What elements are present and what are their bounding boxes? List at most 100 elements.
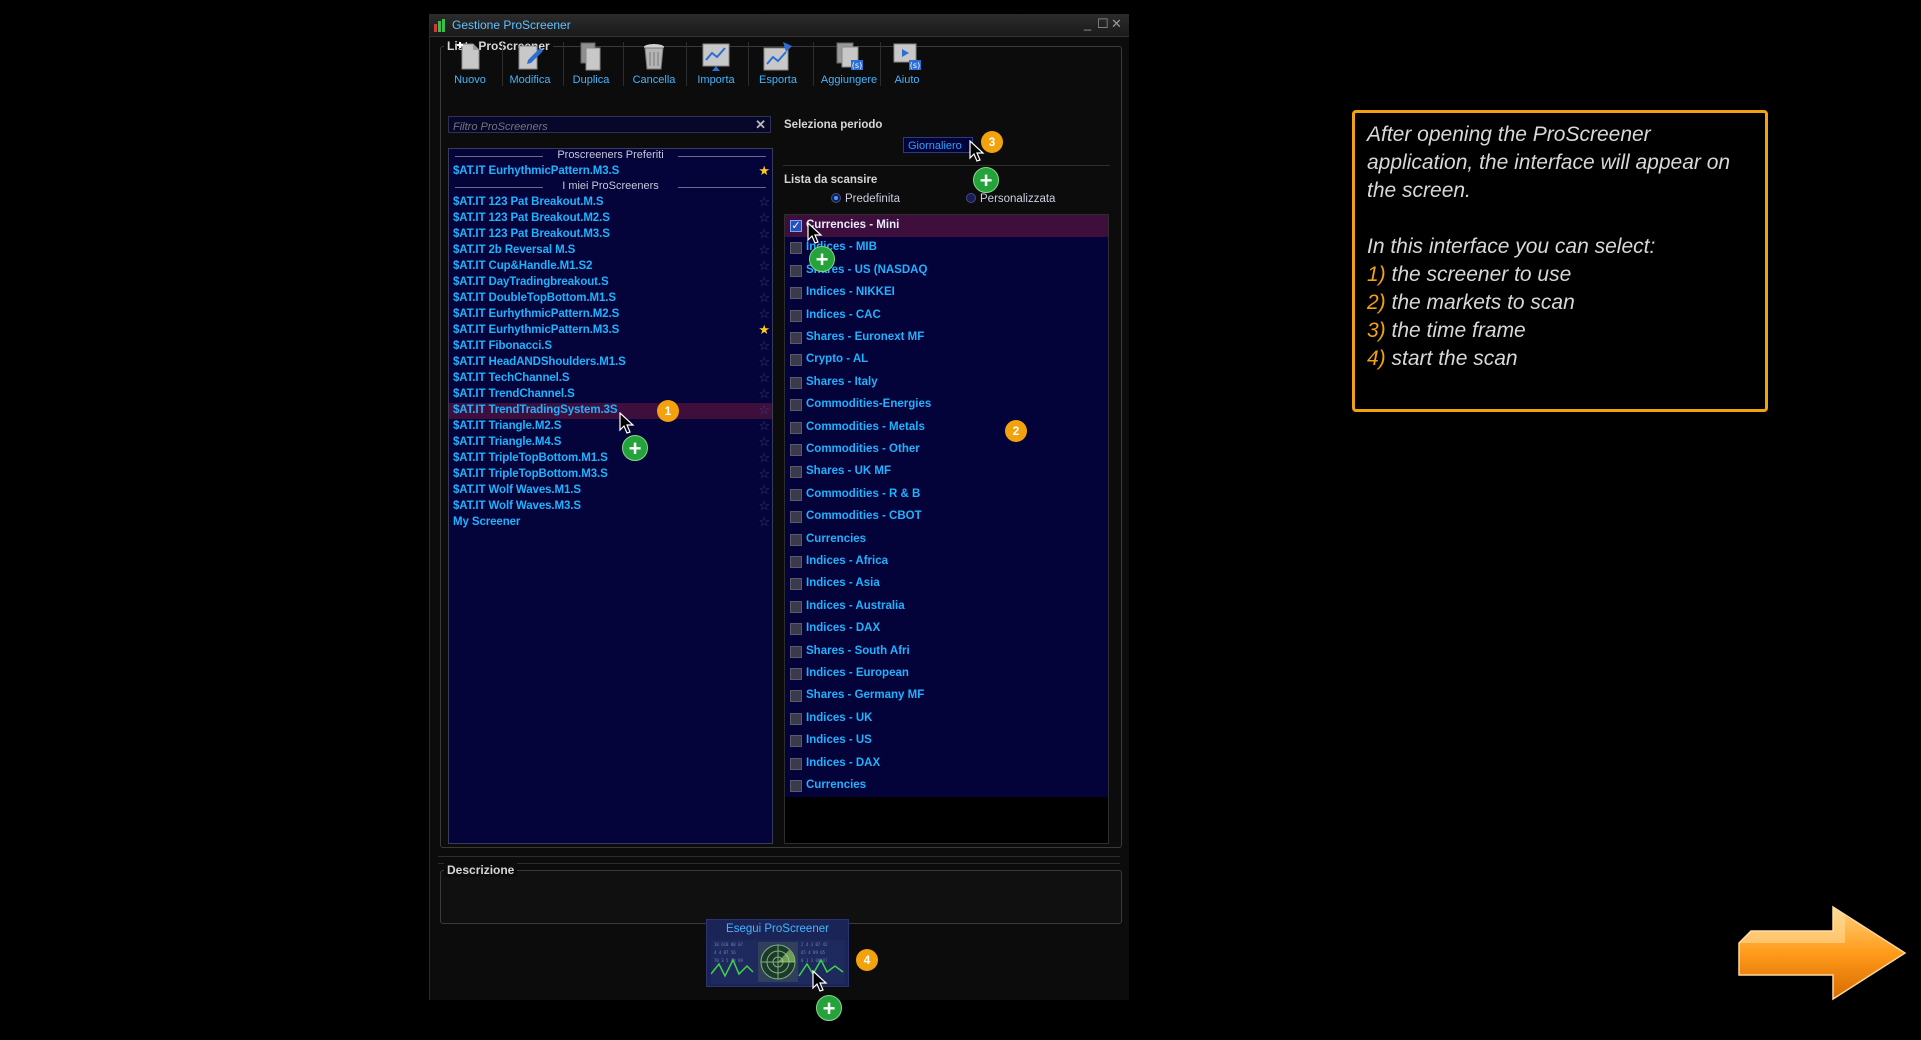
screener-item[interactable]: $AT.IT Fibonacci.S ☆ <box>449 338 772 355</box>
screener-item[interactable]: $AT.IT TrendTradingSystem.3S ☆ <box>449 402 772 419</box>
market-checkbox[interactable] <box>790 488 802 501</box>
screener-item[interactable]: $AT.IT Triangle.M4.S ☆ <box>449 434 772 451</box>
market-checkbox[interactable] <box>790 578 802 591</box>
screener-item[interactable]: $AT.IT EurhythmicPattern.M3.S ★ <box>449 322 772 339</box>
duplicate-button[interactable]: Duplica <box>561 40 621 90</box>
delete-button[interactable]: Cancella <box>624 40 684 90</box>
radio-custom[interactable]: Personalizzata <box>966 193 1055 205</box>
screener-item[interactable]: $AT.IT TripleTopBottom.M3.S ☆ <box>449 466 772 483</box>
maximize-icon[interactable]: ☐ <box>1097 16 1109 32</box>
screener-item[interactable]: $AT.IT DayTradingbreakout.S ☆ <box>449 274 772 291</box>
market-item[interactable]: Indices - Australia <box>785 596 1108 618</box>
favorite-star-icon[interactable]: ☆ <box>758 306 770 322</box>
favorite-star-icon[interactable]: ☆ <box>758 354 770 370</box>
market-item[interactable]: Currencies <box>785 529 1108 551</box>
market-item[interactable]: Indices - US <box>785 730 1108 752</box>
favorite-star-icon[interactable]: ☆ <box>758 274 770 290</box>
market-item[interactable]: Crypto - AL <box>785 349 1108 371</box>
screener-item[interactable]: $AT.IT TechChannel.S ☆ <box>449 370 772 387</box>
screener-item[interactable]: $AT.IT Wolf Waves.M1.S ☆ <box>449 482 772 499</box>
market-checkbox[interactable] <box>790 533 802 546</box>
favorite-star-icon[interactable]: ☆ <box>758 194 770 210</box>
next-arrow-icon[interactable] <box>1737 903 1907 1003</box>
screener-item[interactable]: $AT.IT EurhythmicPattern.M2.S ☆ <box>449 306 772 323</box>
screener-item[interactable]: $AT.IT EurhythmicPattern.M3.S ★ <box>449 163 772 180</box>
market-item[interactable]: Indices - DAX <box>785 753 1108 775</box>
market-item[interactable]: Indices - Asia <box>785 573 1108 595</box>
screener-item[interactable]: My Screener ☆ <box>449 514 772 531</box>
market-item[interactable]: Commodities - R & B <box>785 484 1108 506</box>
market-checkbox[interactable] <box>790 735 802 748</box>
favorite-star-icon[interactable]: ☆ <box>758 210 770 226</box>
market-item[interactable]: Shares - Germany MF <box>785 685 1108 707</box>
screener-list[interactable]: Proscreeners Preferiti $AT.IT EurhythmicP… <box>448 148 773 844</box>
market-checkbox[interactable] <box>790 354 802 367</box>
market-checkbox[interactable] <box>790 690 802 703</box>
screener-item[interactable]: $AT.IT 123 Pat Breakout.M3.S ☆ <box>449 226 772 243</box>
market-checkbox[interactable]: ✓ <box>790 220 802 232</box>
favorite-star-icon[interactable]: ☆ <box>758 370 770 386</box>
filter-input[interactable] <box>449 120 747 134</box>
market-item[interactable]: Shares - Italy <box>785 372 1108 394</box>
screener-item[interactable]: $AT.IT HeadANDShoulders.M1.S ☆ <box>449 354 772 371</box>
favorite-star-icon[interactable]: ★ <box>758 163 770 179</box>
market-checkbox[interactable] <box>790 376 802 389</box>
market-checkbox[interactable] <box>790 421 802 434</box>
screener-item[interactable]: $AT.IT Cup&Handle.M1.S2 ☆ <box>449 258 772 275</box>
market-item[interactable]: Commodities-Energies <box>785 394 1108 416</box>
market-checkbox[interactable] <box>790 332 802 344</box>
market-checkbox[interactable] <box>790 556 802 568</box>
screener-item[interactable]: $AT.IT DoubleTopBottom.M1.S ☆ <box>449 290 772 307</box>
screener-item[interactable]: $AT.IT 123 Pat Breakout.M.S ☆ <box>449 194 772 211</box>
help-button[interactable]: (s) Aiuto <box>877 40 937 90</box>
market-checkbox[interactable] <box>790 444 802 456</box>
import-button[interactable]: Importa <box>686 40 746 90</box>
favorite-star-icon[interactable]: ☆ <box>758 226 770 242</box>
market-item[interactable]: Currencies <box>785 775 1108 797</box>
favorite-star-icon[interactable]: ☆ <box>758 434 770 450</box>
screener-item[interactable]: $AT.IT TrendChannel.S ☆ <box>449 386 772 403</box>
market-item[interactable]: Commodities - Metals <box>785 417 1108 439</box>
favorite-star-icon[interactable]: ☆ <box>758 498 770 514</box>
export-button[interactable]: Esporta <box>748 40 808 90</box>
market-item[interactable]: Commodities - Other <box>785 439 1108 461</box>
market-checkbox[interactable] <box>790 623 802 636</box>
add-button[interactable]: (s) Aggiungere <box>819 40 879 90</box>
minimize-icon[interactable]: _ <box>1084 16 1091 31</box>
market-checkbox[interactable] <box>790 242 802 255</box>
screener-item[interactable]: $AT.IT TripleTopBottom.M1.S ☆ <box>449 450 772 467</box>
market-checkbox[interactable] <box>790 780 802 792</box>
market-item[interactable]: Shares - UK MF <box>785 461 1108 483</box>
favorite-star-icon[interactable]: ☆ <box>758 338 770 354</box>
market-item[interactable]: Indices - UK <box>785 708 1108 730</box>
favorite-star-icon[interactable]: ☆ <box>758 242 770 258</box>
market-checkbox[interactable] <box>790 287 802 300</box>
favorite-star-icon[interactable]: ☆ <box>758 402 770 418</box>
favorite-star-icon[interactable]: ☆ <box>758 290 770 306</box>
market-item[interactable]: Indices - CAC <box>785 305 1108 327</box>
pane-splitter[interactable] <box>438 856 1120 864</box>
favorite-star-icon[interactable]: ☆ <box>758 418 770 434</box>
close-icon[interactable]: ✕ <box>1111 16 1122 32</box>
edit-button[interactable]: Modifica <box>500 40 560 90</box>
favorite-star-icon[interactable]: ☆ <box>758 450 770 466</box>
screener-item[interactable]: $AT.IT 2b Reversal M.S ☆ <box>449 242 772 259</box>
market-checkbox[interactable] <box>790 264 802 277</box>
title-bar[interactable]: Gestione ProScreener _ ☐ ✕ <box>430 14 1129 37</box>
favorite-star-icon[interactable]: ☆ <box>758 386 770 402</box>
screener-item[interactable]: $AT.IT Wolf Waves.M3.S ☆ <box>449 498 772 515</box>
favorite-star-icon[interactable]: ★ <box>758 322 770 338</box>
clear-filter-icon[interactable]: ✕ <box>755 117 766 133</box>
market-checkbox[interactable] <box>790 600 802 613</box>
favorite-star-icon[interactable]: ☆ <box>758 514 770 530</box>
market-item[interactable]: Indices - NIKKEI <box>785 282 1108 304</box>
radio-default[interactable]: Predefinita <box>831 193 900 205</box>
screener-item[interactable]: $AT.IT Triangle.M2.S ☆ <box>449 418 772 435</box>
market-item[interactable]: Indices - DAX <box>785 618 1108 640</box>
market-list[interactable]: ✓ Currencies - Mini Indices - MIB Shares - … <box>784 214 1109 844</box>
market-checkbox[interactable] <box>790 712 802 725</box>
favorite-star-icon[interactable]: ☆ <box>758 258 770 274</box>
radio-default-dot[interactable] <box>831 193 841 203</box>
market-checkbox[interactable] <box>790 668 802 680</box>
new-button[interactable]: Nuovo <box>440 40 500 90</box>
